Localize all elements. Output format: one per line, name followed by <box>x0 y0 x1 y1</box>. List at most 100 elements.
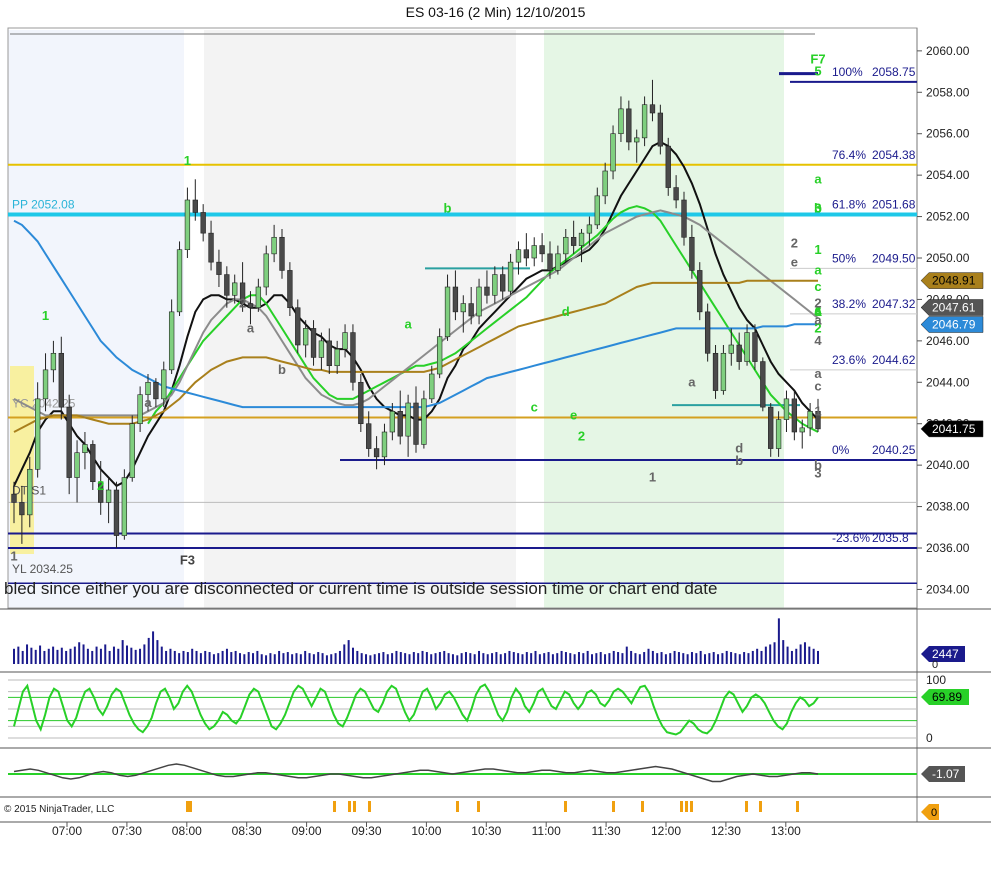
candle-body <box>760 361 766 408</box>
volume-bar <box>743 652 746 664</box>
wave-label: 2 <box>578 428 585 443</box>
volume-bar <box>721 653 724 664</box>
signal-marker <box>745 801 748 812</box>
candle-body <box>184 199 191 251</box>
candle-body <box>247 303 254 309</box>
wave-label: b <box>444 200 452 215</box>
volume-bar <box>265 655 268 664</box>
volume-bar <box>43 650 46 664</box>
candle-body <box>373 448 380 458</box>
candle-body <box>736 344 742 362</box>
candle-body <box>34 398 41 470</box>
volume-bar <box>712 652 715 664</box>
candle-body <box>255 286 262 309</box>
candle-body <box>452 286 459 313</box>
volume-bar <box>538 654 541 664</box>
volume-bar <box>204 650 207 664</box>
volume-bar <box>78 642 81 664</box>
candle-body <box>11 493 17 503</box>
level-label: 50% <box>832 251 856 265</box>
volume-bar <box>212 654 215 664</box>
candle-body <box>492 274 498 296</box>
volume-bar <box>608 653 611 664</box>
candle-body <box>318 340 325 358</box>
volume-bar <box>182 650 185 664</box>
volume-bar <box>447 653 450 664</box>
candle-body <box>50 352 57 371</box>
wave-label: 4 <box>814 333 822 348</box>
signal-marker <box>690 801 693 812</box>
volume-bar <box>125 645 128 664</box>
chart-root: ES 03-16 (2 Min) 12/10/2015 2034.00 2036.… <box>0 0 991 871</box>
wave-label: a <box>405 316 413 331</box>
level-value-label: 2051.68 <box>872 198 916 212</box>
volume-bar <box>425 652 428 664</box>
volume-bar <box>191 648 194 664</box>
volume-bar <box>369 655 372 664</box>
volume-bar <box>643 652 646 664</box>
volume-bar <box>491 653 494 664</box>
session-message: bled since either you are disconnected o… <box>4 579 717 598</box>
volume-bar <box>108 650 111 664</box>
candle-body <box>752 332 758 362</box>
volume-bar <box>208 652 211 664</box>
volume-bar <box>186 652 189 664</box>
volume-bar <box>543 653 546 664</box>
level-label: 0% <box>832 443 850 457</box>
volume-bar <box>725 650 728 664</box>
volume-bar <box>160 646 163 664</box>
candle-body <box>744 332 750 362</box>
volume-bar <box>460 653 463 664</box>
candle-body <box>665 145 671 188</box>
volume-bar <box>65 650 68 664</box>
price-tick-label: 2044.00 <box>926 375 970 389</box>
candle-body <box>366 423 372 449</box>
volume-bar <box>399 652 402 664</box>
candle-body <box>113 489 120 536</box>
volume-bar <box>756 648 759 664</box>
signal-marker <box>333 801 336 812</box>
wave-label: a <box>814 312 822 327</box>
signal-badge-label: 0 <box>931 807 937 819</box>
candle-body <box>405 402 411 437</box>
wave-label: c <box>814 379 821 394</box>
volume-bar <box>408 654 411 664</box>
volume-bar <box>156 640 159 664</box>
signal-marker <box>348 801 351 812</box>
price-tick-label: 2046.00 <box>926 334 970 348</box>
volume-bar <box>60 647 63 664</box>
level-label: 100% <box>832 65 863 79</box>
volume-bar <box>686 654 689 664</box>
volume-bar <box>560 650 563 664</box>
volume-bar <box>378 653 381 664</box>
volume-bar <box>647 648 650 664</box>
volume-bar <box>577 652 580 664</box>
volume-bar <box>199 653 202 664</box>
volume-bar <box>278 650 281 664</box>
volume-bar <box>412 652 415 664</box>
candle-body <box>389 410 396 433</box>
price-tick-label: 2038.00 <box>926 500 970 514</box>
price-badge-label: 2041.75 <box>932 422 976 436</box>
candle-body <box>263 253 269 288</box>
volume-bar <box>321 653 324 664</box>
volume-bar <box>521 654 524 664</box>
volume-bar <box>469 653 472 664</box>
volume-bar <box>112 646 115 664</box>
volume-bar <box>304 650 307 664</box>
candle-body <box>429 373 435 400</box>
candle-body <box>539 245 545 255</box>
price-tick-label: 2052.00 <box>926 210 970 224</box>
signal-marker <box>564 801 567 812</box>
volume-bar <box>143 644 146 664</box>
wave-label: b <box>735 453 743 468</box>
volume-bar <box>764 646 767 664</box>
level-value-label: 2058.75 <box>872 65 916 79</box>
volume-bar <box>343 644 346 664</box>
volume-bar <box>260 654 263 664</box>
volume-bar <box>130 647 133 664</box>
volume-bar <box>338 650 341 664</box>
volume-bar <box>195 650 198 664</box>
volume-bar <box>104 644 107 664</box>
candle-body <box>137 394 143 425</box>
